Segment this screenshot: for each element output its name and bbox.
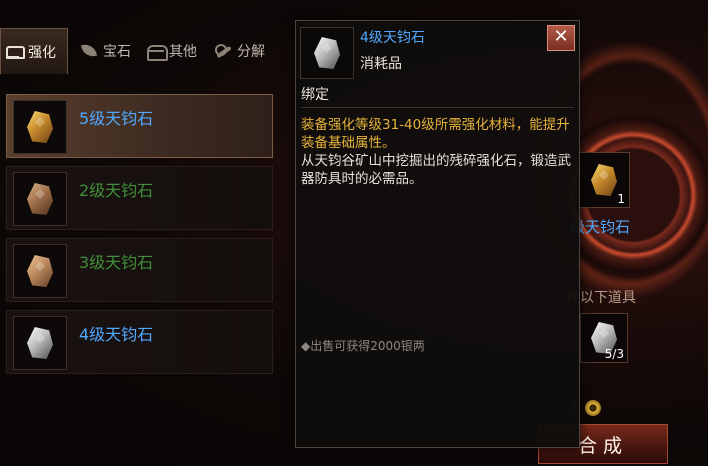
tab-label: 其他 [169,44,197,60]
item-name: 4级天钧石 [79,325,154,344]
category-tabs: 强化 宝石 其他 分解 [0,28,290,74]
tab-decompose[interactable]: 分解 [214,28,265,74]
leaf-icon [80,42,100,60]
material-count: 5/3 [604,347,624,361]
silver-ore-icon [23,325,57,361]
target-item-slot[interactable]: 1 [578,152,630,208]
item-name: 3级天钧石 [79,253,154,272]
material-slot[interactable]: 5/3 [580,313,628,363]
tab-label: 强化 [28,44,56,61]
tan-ore-icon [23,253,57,289]
item-name: 5级天钧石 [79,109,154,128]
tooltip-item-slot [300,27,354,79]
gold-ore-icon [23,109,57,145]
recipe-item-5[interactable]: 5级天钧石 [6,94,273,158]
tooltip-effect-text: 装备强化等级31-40级所需强化材料，能提升装备基础属性。 [301,117,570,151]
item-slot [13,172,67,226]
recipe-item-2[interactable]: 2级天钧石 [6,166,273,230]
item-slot [13,316,67,370]
silver-ore-icon [310,35,344,71]
tooltip-bind-status: 绑定 [301,87,329,103]
item-slot [13,244,67,298]
item-slot [13,100,67,154]
tooltip-item-name: 4级天钧石 [360,30,425,46]
tooltip-divider [301,107,574,108]
tab-other[interactable]: 其他 [146,28,197,74]
item-tooltip: 4级天钧石 消耗品 绑定 装备强化等级31-40级所需强化材料，能提升装备基础属… [295,20,580,448]
coin-icon [585,400,601,416]
brown-ore-icon [23,181,57,217]
tooltip-flavor-text: 从天钧谷矿山中挖掘出的残碎强化石，锻造武器防具时的必需品。 [301,153,571,187]
tooltip-sell-price: ◆出售可获得2000银两 [301,339,425,353]
tab-label: 分解 [237,44,265,60]
gold-ore-icon [587,162,621,198]
item-name: 2级天钧石 [79,181,154,200]
anvil-icon [5,43,25,61]
target-count: 1 [617,192,625,206]
recipe-item-4[interactable]: 4级天钧石 [6,310,273,374]
tab-enhance[interactable]: 强化 [0,28,68,74]
tooltip-item-type: 消耗品 [360,56,402,72]
tab-gem[interactable]: 宝石 [80,28,131,74]
chest-icon [146,42,168,61]
wrench-icon [214,42,234,60]
close-button[interactable]: ✕ [547,25,575,51]
recipe-item-3[interactable]: 3级天钧石 [6,238,273,302]
tab-label: 宝石 [103,44,131,60]
